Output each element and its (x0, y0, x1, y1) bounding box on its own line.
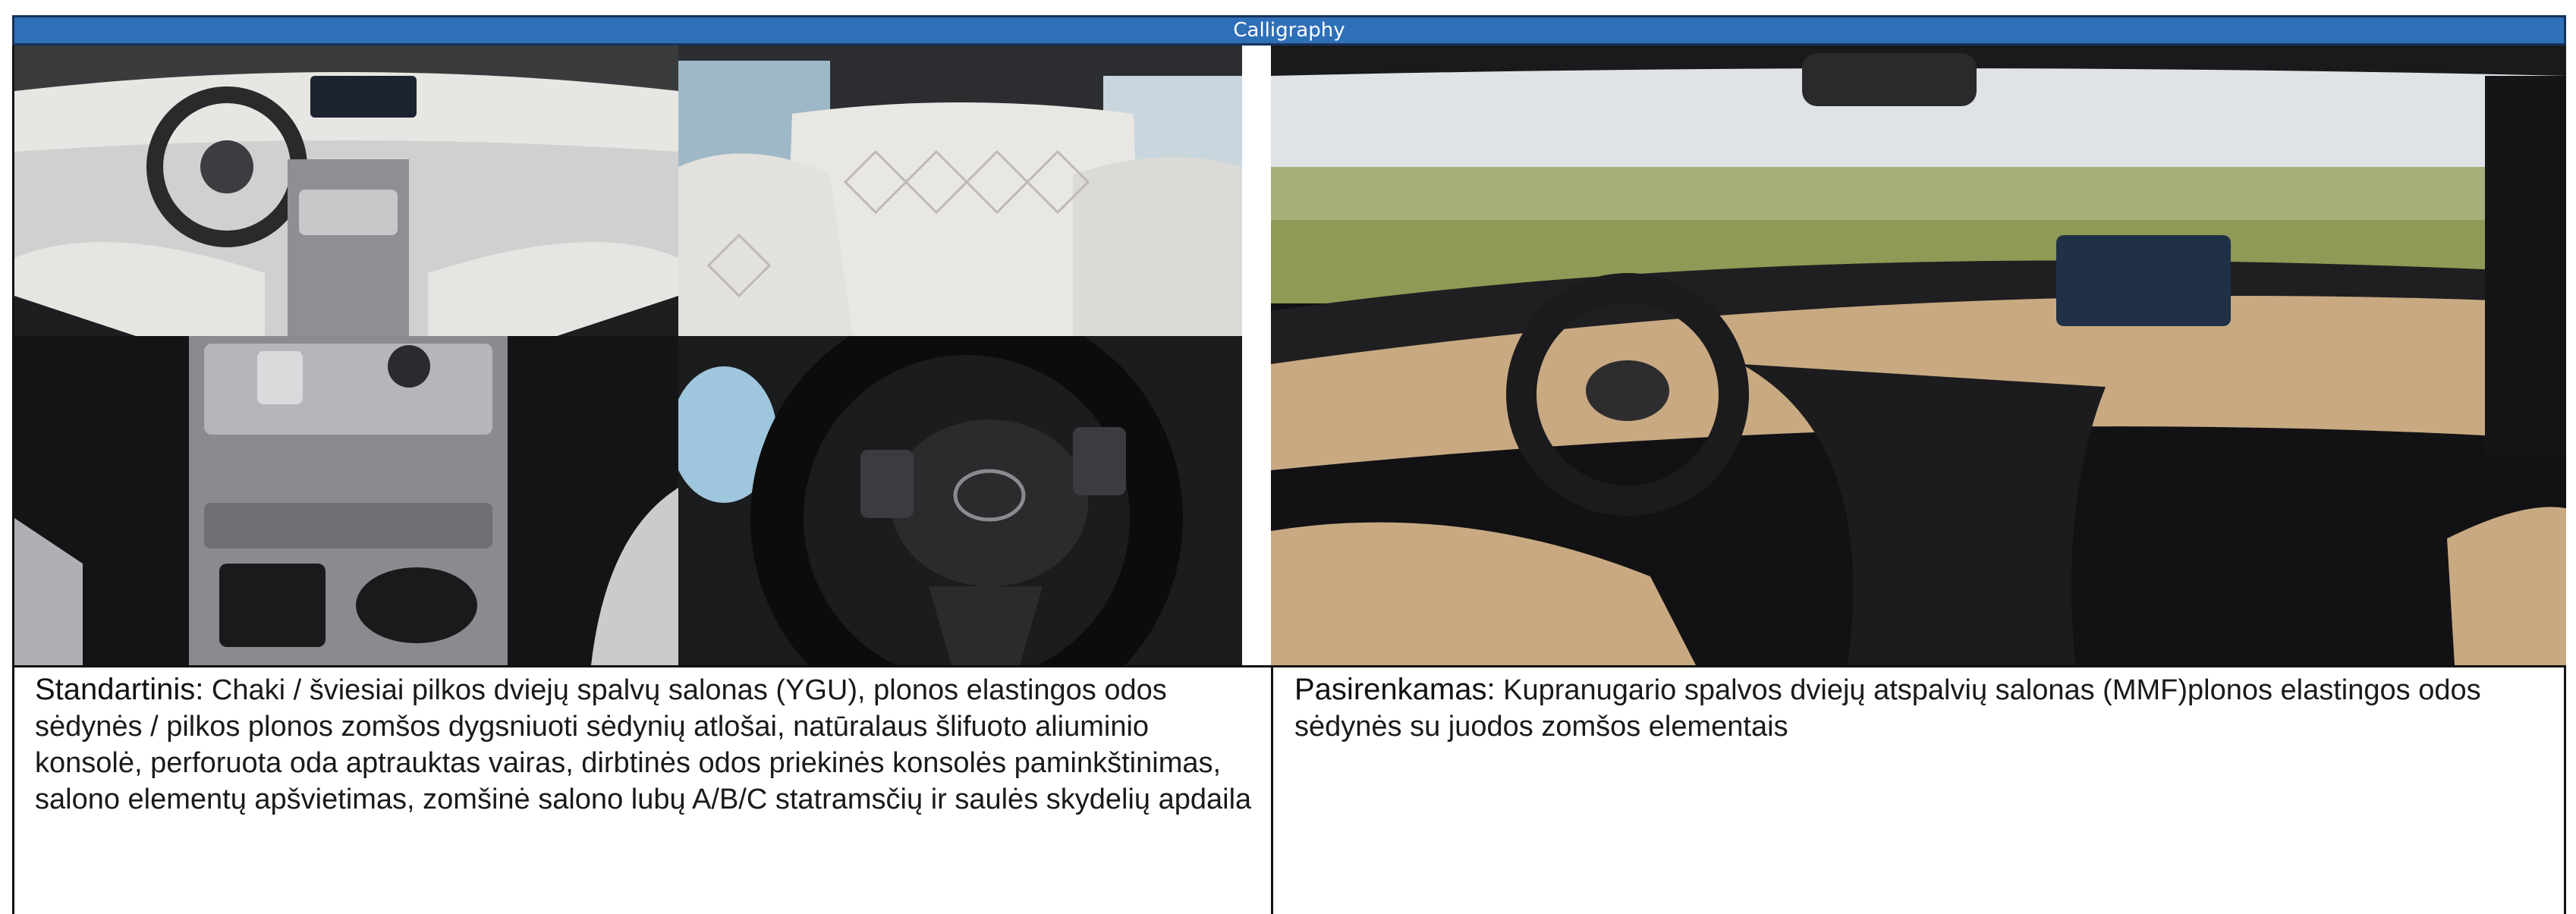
standard-label: Standartinis: (35, 673, 204, 706)
steering-wheel-photo (678, 336, 1242, 665)
optional-description: Pasirenkamas: Kupranugario spalvos dviej… (1294, 671, 2554, 745)
standard-text: Chaki / šviesiai pilkos dviejų spalvų sa… (35, 674, 1252, 815)
title-bar: Calligraphy (12, 15, 2566, 46)
center-console-photo (14, 336, 678, 665)
beige-interior-photo (1271, 46, 2566, 665)
rear-seats-photo (678, 46, 1242, 336)
title-text: Calligraphy (1233, 19, 1345, 42)
column-divider (1271, 665, 1273, 914)
row-divider (12, 665, 2566, 667)
optional-label: Pasirenkamas: (1294, 673, 1496, 706)
standard-description: Standartinis: Chaki / šviesiai pilkos dv… (35, 671, 1260, 818)
dashboard-overview-photo (14, 46, 678, 336)
